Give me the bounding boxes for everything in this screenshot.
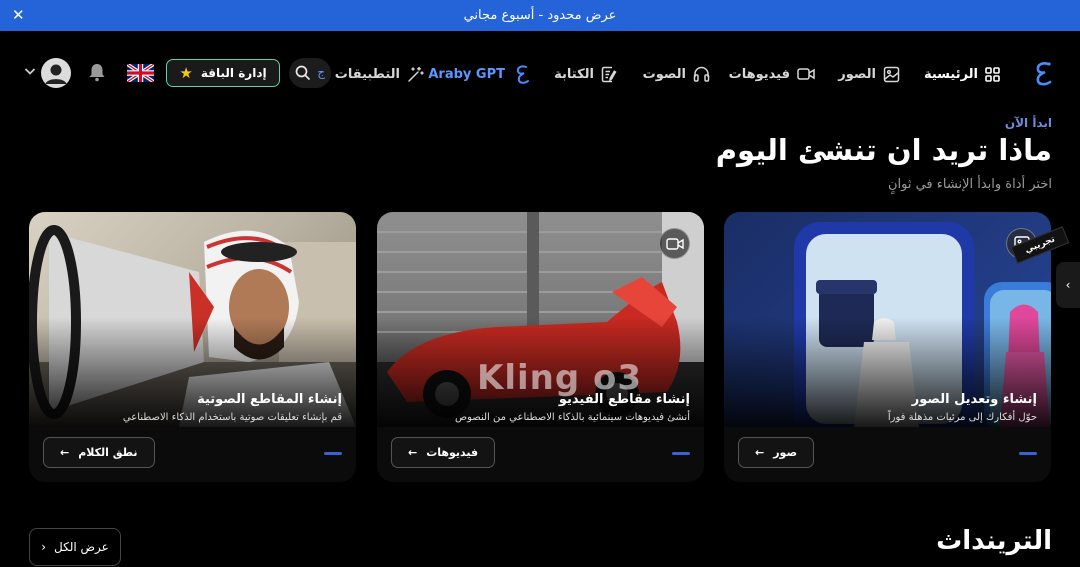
- arrow-left-icon: ←: [408, 446, 418, 459]
- card-videos-indicator: [672, 452, 690, 455]
- chevron-left-icon: ‹: [41, 540, 46, 554]
- grid-icon: [985, 66, 1000, 82]
- card-videos-desc: أنشئ فيديوهات سينمائية بالذكاء الاصطناعي…: [455, 412, 690, 423]
- chevron-down-icon[interactable]: [24, 67, 36, 76]
- card-images-title: إنشاء وتعديل الصور: [911, 392, 1037, 407]
- image-icon: [883, 66, 900, 82]
- promo-text: عرض محدود - أسبوع مجاني: [463, 8, 617, 23]
- chevron-left-icon: ‹: [1065, 278, 1071, 292]
- manage-plan-label: إدارة الباقة: [200, 66, 267, 80]
- nav-audio[interactable]: الصوت: [643, 57, 710, 91]
- nav-images[interactable]: الصور: [838, 57, 900, 91]
- page-subtitle: اختر أداة وابدأ الإنشاء في ثوانٍ: [887, 177, 1052, 192]
- page-title: ماذا تريد ان تنشئ اليوم: [715, 133, 1052, 167]
- nav-videos[interactable]: فيديوهات: [729, 57, 815, 91]
- nav-araby-gpt-label: Araby GPT: [428, 66, 505, 82]
- manage-plan-button[interactable]: إدارة الباقة ★: [166, 59, 280, 87]
- search-fragment: ج: [317, 65, 325, 79]
- arrow-left-icon: ←: [755, 446, 765, 459]
- nav-writing-label: الكتابة: [554, 66, 594, 82]
- card-images-indicator: [1019, 452, 1037, 455]
- nav-images-label: الصور: [838, 66, 876, 82]
- uk-flag-icon[interactable]: [127, 64, 154, 82]
- card-audio[interactable]: إنشاء المقاطع الصوتية قم بإنشاء تعليقات …: [29, 212, 356, 482]
- search-icon: [295, 65, 311, 81]
- nav-videos-label: فيديوهات: [728, 66, 790, 82]
- card-images-shade: [724, 317, 1051, 427]
- search-button[interactable]: ج: [289, 58, 331, 88]
- bell-icon[interactable]: [88, 62, 106, 82]
- document-pen-icon: [601, 66, 617, 82]
- close-icon[interactable]: ✕: [12, 6, 25, 24]
- nav-writing[interactable]: الكتابة: [554, 57, 617, 91]
- carousel-prev-button[interactable]: ‹: [1056, 262, 1080, 308]
- view-all-label: عرض الكل: [54, 540, 109, 554]
- arrow-left-icon: ←: [60, 446, 70, 459]
- avatar[interactable]: [41, 58, 71, 88]
- video-camera-icon: [797, 68, 815, 80]
- promo-banner: ✕ عرض محدود - أسبوع مجاني: [0, 0, 1080, 31]
- section-title-trends: الترينداث: [936, 526, 1052, 556]
- headphones-icon: [693, 66, 710, 82]
- card-videos-title: إنشاء مقاطع الفيديو: [558, 392, 690, 407]
- card-audio-title: إنشاء المقاطع الصوتية: [197, 392, 342, 407]
- card-videos[interactable]: Kling o3 إنشاء مقاطع الفيديو أنشئ فيديوه…: [377, 212, 704, 482]
- nav-apps[interactable]: التطبيقات: [335, 57, 424, 91]
- view-all-button[interactable]: عرض الكل ‹: [29, 528, 121, 566]
- user-icon: [45, 64, 67, 84]
- video-camera-icon: [659, 228, 690, 259]
- card-audio-shade: [29, 317, 356, 427]
- card-images[interactable]: إنشاء وتعديل الصور حوّل أفكارك إلى مرئيا…: [724, 212, 1051, 482]
- card-images-desc: حوّل أفكارك إلى مرئيات مذهلة فوراً: [887, 412, 1037, 423]
- araby-logo-icon: [516, 65, 529, 84]
- nav-home-label: الرئيسية: [923, 66, 978, 82]
- nav-apps-label: التطبيقات: [334, 66, 400, 82]
- star-icon: ★: [179, 64, 193, 82]
- images-button[interactable]: صور ←: [738, 437, 815, 468]
- card-audio-desc: قم بإنشاء تعليقات صوتية باستخدام الذكاء …: [122, 412, 342, 423]
- brand-logo-icon[interactable]: [1028, 58, 1058, 88]
- nav-home[interactable]: الرئيسية: [924, 57, 1000, 91]
- magic-wand-icon: [408, 66, 424, 82]
- videos-button-label: فيديوهات: [426, 446, 479, 459]
- card-audio-indicator: [324, 452, 342, 455]
- images-button-label: صور: [773, 446, 798, 459]
- hero-eyebrow: ابدأ الآن: [1004, 116, 1052, 130]
- videos-button[interactable]: فيديوهات ←: [391, 437, 496, 468]
- speech-button-label: نطق الكلام: [78, 446, 138, 459]
- speech-button[interactable]: نطق الكلام ←: [43, 437, 155, 468]
- nav-araby-gpt[interactable]: Araby GPT: [428, 57, 532, 91]
- nav-audio-label: الصوت: [642, 66, 686, 82]
